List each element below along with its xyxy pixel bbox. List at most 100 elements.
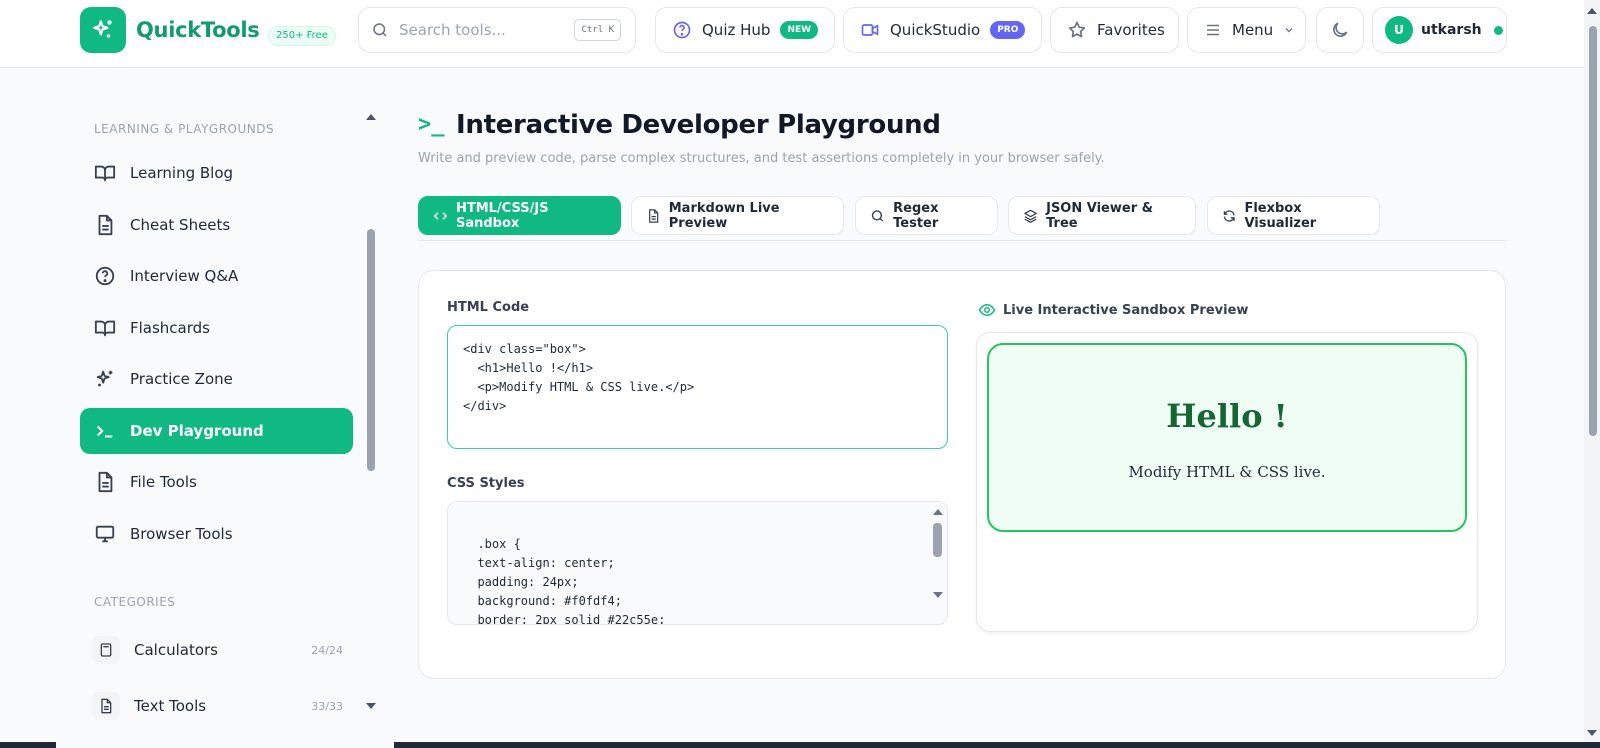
- css-code-editor[interactable]: .box { text-align: center; padding: 24px…: [447, 501, 948, 625]
- tab-html-sandbox[interactable]: HTML/CSS/JS Sandbox: [418, 196, 621, 235]
- tab-markdown-preview[interactable]: Markdown Live Preview: [631, 196, 844, 235]
- logo-icon[interactable]: [80, 7, 126, 53]
- calculator-icon: [92, 636, 120, 664]
- terminal-icon: [96, 425, 113, 438]
- quickstudio-button[interactable]: QuickStudio PRO: [843, 7, 1042, 53]
- search-icon: [373, 23, 387, 37]
- sidebar-item-label: Interview Q&A: [130, 267, 239, 285]
- section-label-learning: LEARNING & PLAYGROUNDS: [94, 122, 275, 136]
- page-scroll-down-icon[interactable]: [1587, 730, 1597, 736]
- quiz-hub-label: Quiz Hub: [702, 21, 771, 39]
- star-icon: [1068, 21, 1086, 38]
- sidebar-item-flashcards[interactable]: Flashcards: [80, 305, 353, 351]
- sidebar-scroll-thumb[interactable]: [367, 229, 375, 471]
- sidebar-item-interview-qa[interactable]: Interview Q&A: [80, 253, 353, 299]
- page-scroll-up-icon[interactable]: [1587, 8, 1597, 14]
- scroll-down-arrow-icon[interactable]: [366, 703, 376, 709]
- css-code-text: .box { text-align: center; padding: 24px…: [477, 537, 666, 625]
- eye-icon: [978, 303, 996, 317]
- sidebar-item-label: Cheat Sheets: [130, 216, 231, 234]
- preview-box: Hello ! Modify HTML & CSS live.: [987, 343, 1467, 532]
- online-status-dot: [1493, 25, 1503, 35]
- menu-label: Menu: [1232, 21, 1274, 39]
- html-code-editor[interactable]: <div class="box"> <h1>Hello !</h1> <p>Mo…: [447, 325, 948, 449]
- taskbar-edge-light: [56, 742, 394, 748]
- avatar: U: [1385, 16, 1413, 44]
- sidebar-item-label: Flashcards: [130, 319, 210, 337]
- css-styles-label: CSS Styles: [447, 476, 525, 491]
- search-icon: [871, 209, 884, 222]
- tab-label: Regex Tester: [893, 200, 939, 231]
- moon-icon: [1333, 22, 1348, 37]
- search-input[interactable]: Search tools... Ctrl K: [358, 7, 636, 53]
- sidebar-item-label: Learning Blog: [130, 164, 234, 182]
- code-icon: [433, 211, 448, 220]
- theme-toggle-button[interactable]: [1316, 7, 1364, 53]
- css-scroll-up-icon[interactable]: [933, 509, 943, 515]
- username: utkarsh: [1421, 22, 1482, 38]
- sparkles-icon: [96, 370, 113, 387]
- page-title: Interactive Developer Playground: [456, 110, 941, 140]
- terminal-icon: >_: [418, 112, 445, 137]
- category-label: Text Tools: [134, 697, 207, 715]
- search-shortcut: Ctrl K: [574, 19, 621, 41]
- question-icon: [95, 266, 115, 286]
- css-scroll-thumb[interactable]: [933, 523, 942, 557]
- scroll-up-arrow-icon[interactable]: [366, 114, 376, 120]
- logo-text[interactable]: QuickTools: [136, 18, 260, 42]
- favorites-button[interactable]: Favorites: [1050, 7, 1179, 53]
- sidebar-item-practice-zone[interactable]: Practice Zone: [80, 356, 353, 402]
- tab-label: HTML/CSS/JS Sandbox: [455, 200, 549, 231]
- video-icon: [861, 24, 879, 36]
- search-placeholder: Search tools...: [399, 21, 506, 39]
- sidebar-item-learning-blog[interactable]: Learning Blog: [80, 150, 353, 196]
- tab-label: Markdown Live Preview: [668, 200, 780, 231]
- user-menu-button[interactable]: U utkarsh: [1372, 7, 1507, 53]
- menu-button[interactable]: Menu: [1187, 7, 1306, 53]
- sidebar-item-file-tools[interactable]: File Tools: [80, 459, 353, 505]
- tab-flexbox-visualizer[interactable]: Flexbox Visualizer: [1207, 196, 1380, 235]
- css-scroll-down-icon[interactable]: [933, 592, 943, 598]
- category-calculators[interactable]: Calculators 24/24: [80, 627, 353, 673]
- sidebar-item-label: Browser Tools: [130, 525, 233, 543]
- section-label-categories: CATEGORIES: [94, 595, 176, 609]
- sidebar-item-cheat-sheets[interactable]: Cheat Sheets: [80, 202, 353, 248]
- chevron-down-icon: [1285, 28, 1293, 33]
- quiz-hub-button[interactable]: Quiz Hub NEW: [655, 7, 835, 53]
- tab-json-viewer[interactable]: JSON Viewer & Tree: [1008, 196, 1196, 235]
- sidebar-item-label: Dev Playground: [130, 422, 264, 440]
- tab-regex-tester[interactable]: Regex Tester: [855, 196, 998, 235]
- layers-icon: [1024, 209, 1037, 223]
- sidebar-item-label: Practice Zone: [130, 370, 233, 388]
- question-icon: [673, 21, 691, 39]
- preview-label: Live Interactive Sandbox Preview: [1003, 302, 1249, 318]
- tab-label: JSON Viewer & Tree: [1046, 200, 1153, 231]
- document-icon: [649, 208, 659, 223]
- favorites-label: Favorites: [1097, 21, 1165, 39]
- sidebar: LEARNING & PLAYGROUNDS Learning Blog Che…: [80, 68, 380, 748]
- preview-paragraph: Modify HTML & CSS live.: [1128, 463, 1326, 481]
- html-code-label: HTML Code: [447, 300, 530, 315]
- category-count: 24/24: [311, 643, 343, 657]
- category-label: Calculators: [134, 641, 218, 659]
- category-count: 33/33: [311, 699, 343, 713]
- new-badge: NEW: [780, 21, 819, 39]
- page-subtitle: Write and preview code, parse complex st…: [418, 151, 1105, 166]
- hamburger-icon: [1207, 24, 1219, 36]
- pro-badge: PRO: [990, 21, 1026, 39]
- sidebar-item-dev-playground[interactable]: Dev Playground: [80, 408, 353, 454]
- page-scroll-thumb[interactable]: [1589, 26, 1597, 436]
- book-icon: [94, 320, 116, 337]
- document-icon: [92, 692, 120, 720]
- book-icon: [94, 165, 116, 182]
- category-text-tools[interactable]: Text Tools 33/33: [80, 683, 353, 729]
- refresh-icon: [1223, 209, 1235, 222]
- tab-divider: [418, 240, 1506, 241]
- free-count-badge: 250+ Free: [268, 26, 336, 46]
- document-icon: [98, 471, 113, 493]
- tab-label: Flexbox Visualizer: [1244, 200, 1317, 231]
- top-header: QuickTools 250+ Free Search tools... Ctr…: [0, 0, 1584, 68]
- preview-header: Live Interactive Sandbox Preview: [978, 301, 1248, 319]
- preview-heading: Hello !: [1166, 397, 1288, 435]
- sidebar-item-browser-tools[interactable]: Browser Tools: [80, 511, 353, 557]
